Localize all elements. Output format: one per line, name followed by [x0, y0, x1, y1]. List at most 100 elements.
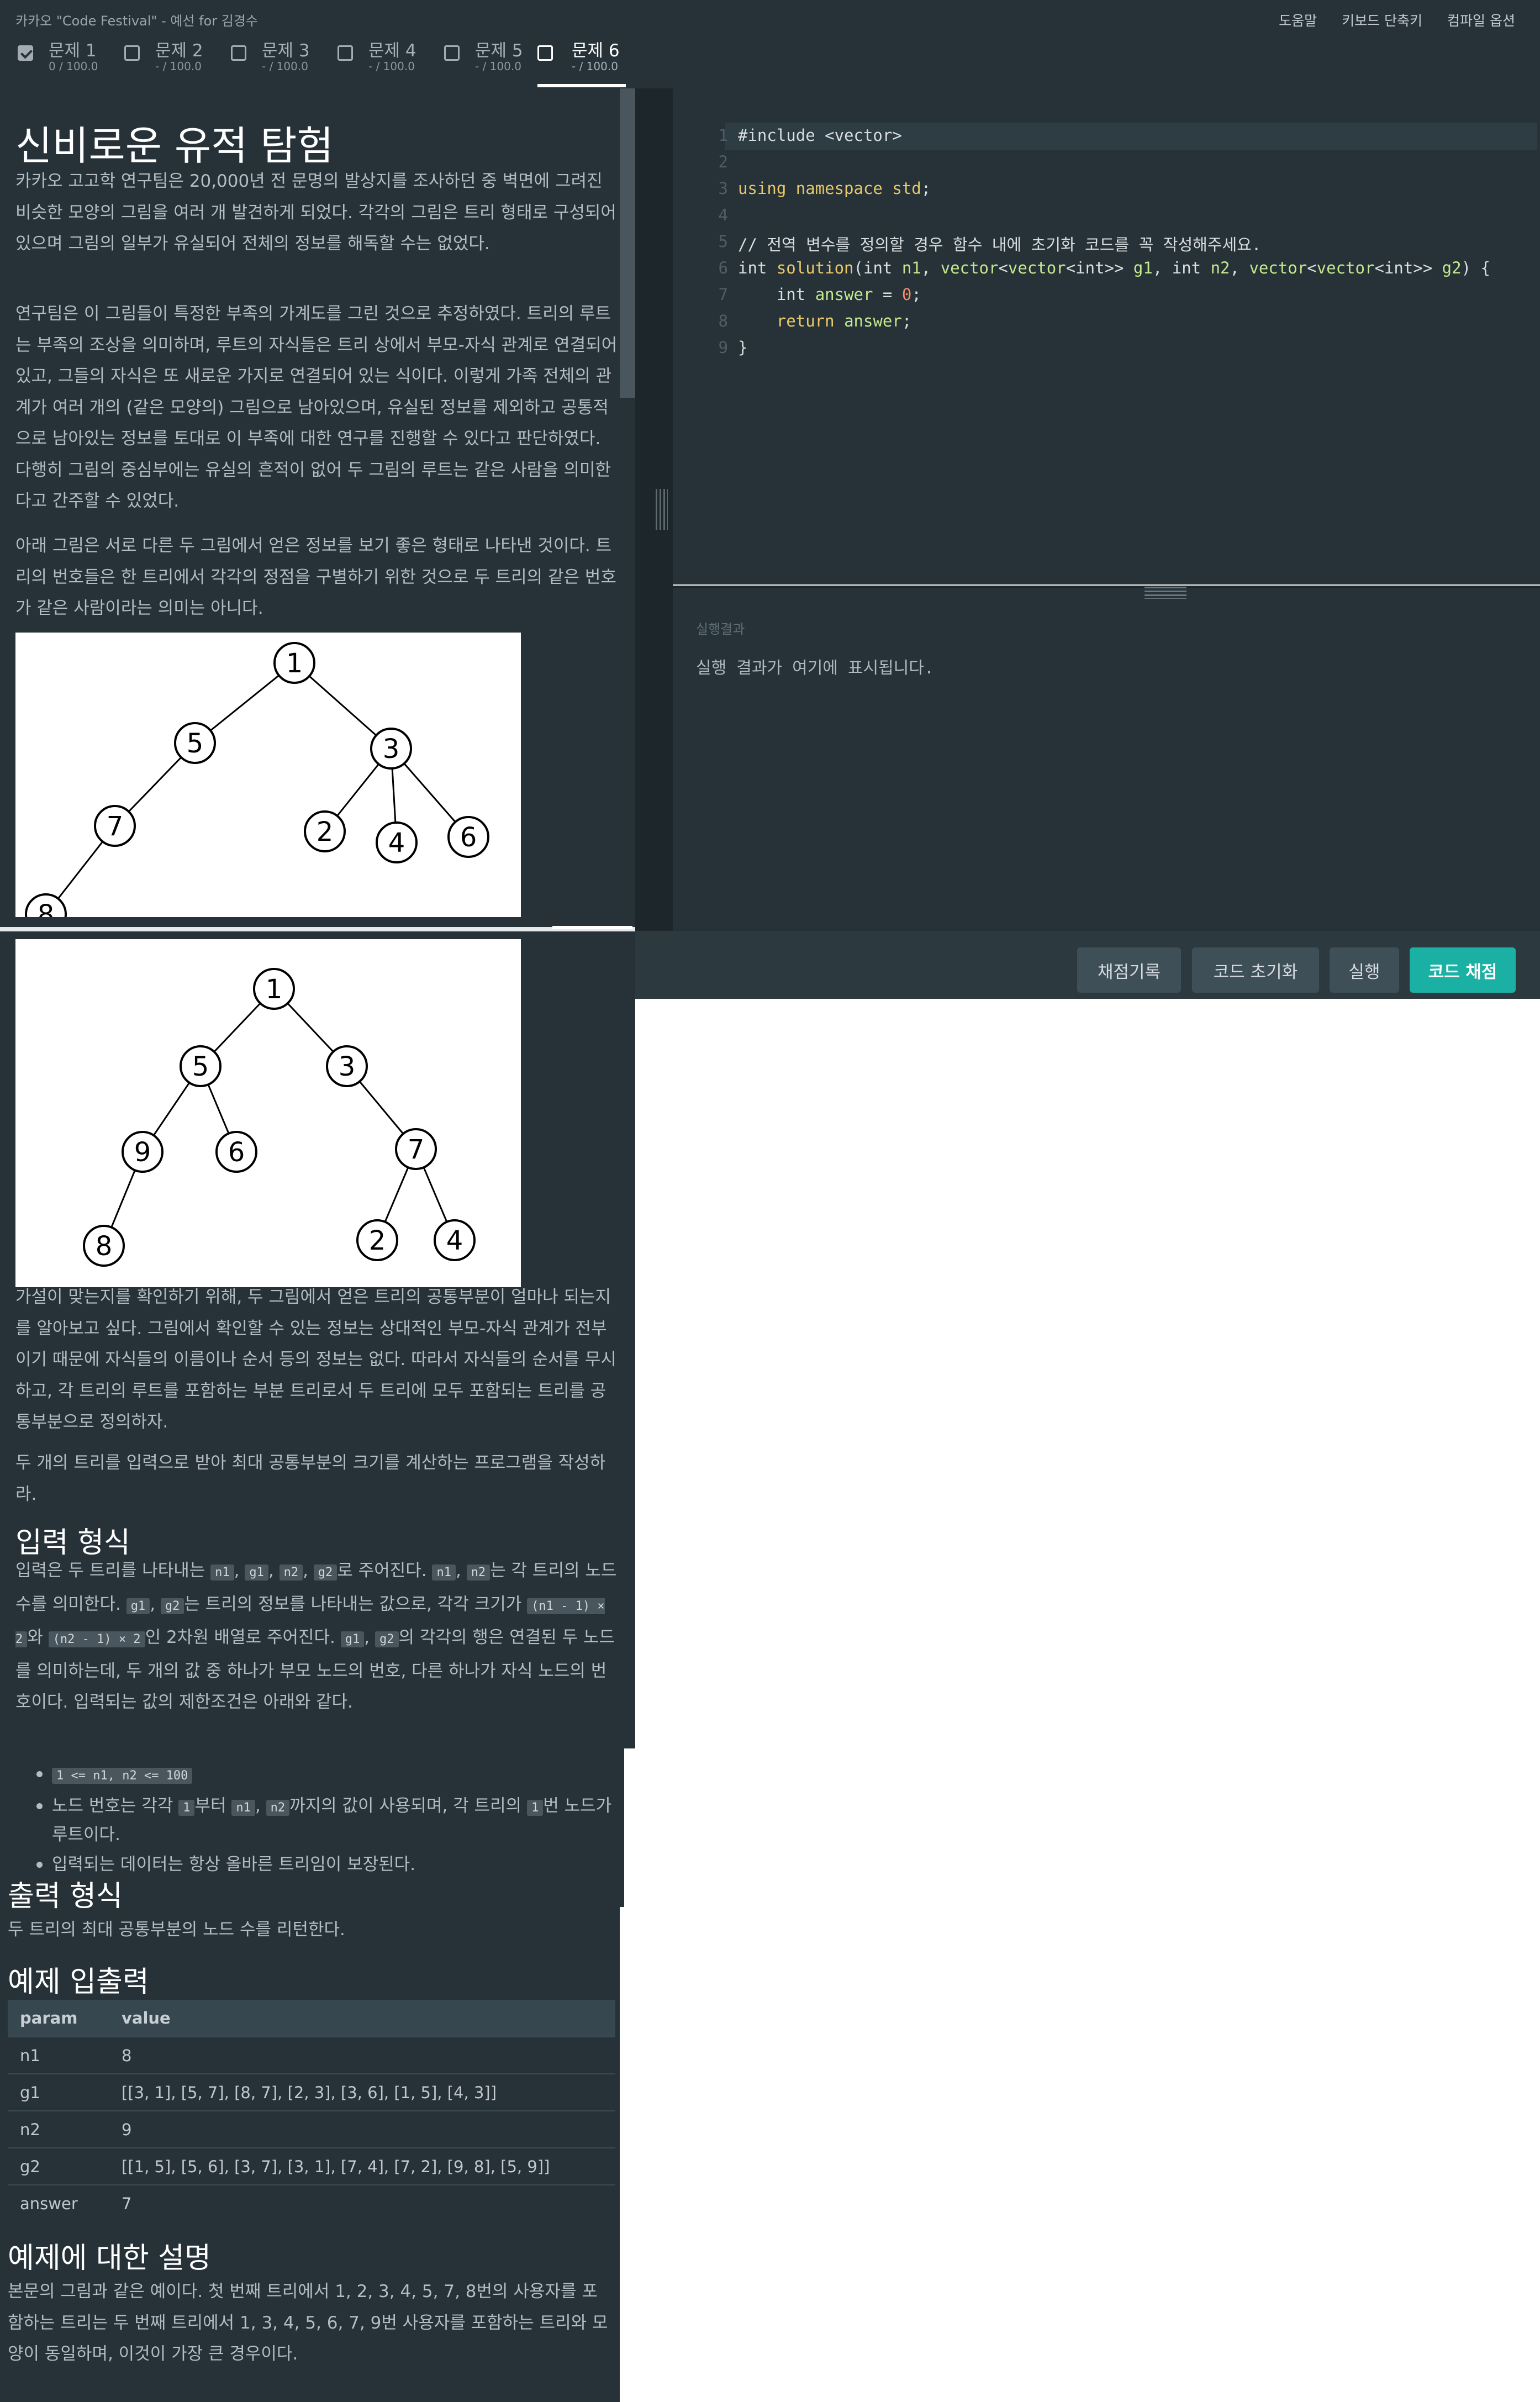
- list-item: 노드 번호는 각각 1 부터 n1, n2 까지의 값이 사용되며, 각 트리의 1…: [17, 1793, 624, 1848]
- param-cell: answer: [8, 2184, 109, 2221]
- code-editor[interactable]: 1 #include <vector> 2 3 using namespace …: [673, 88, 1540, 584]
- tree-node-label: 6: [460, 822, 477, 853]
- tree-node-label: 5: [192, 1051, 209, 1082]
- column-header: value: [109, 2000, 615, 2037]
- paragraph: 카카오 고고학 연구팀은 20,000년 전 문명의 발상지를 조사하던 중 벽…: [15, 171, 616, 254]
- explanation-heading: 예제에 대한 설명: [8, 2242, 211, 2275]
- tree-diagram-1: 1 5 3 7 2 4 6 8: [15, 633, 521, 917]
- value-cell: 8: [109, 2036, 615, 2074]
- table-row: g2 [[1, 5], [5, 6], [3, 7], [3, 1], [7, …: [8, 2147, 615, 2185]
- explanation-text: 본문의 그림과 같은 예이다. 첫 번째 트리에서 1, 2, 3, 4, 5,…: [8, 2282, 608, 2364]
- tab-label: 문제 4: [368, 41, 416, 61]
- code-line: 3 using namespace std;: [718, 179, 931, 198]
- code-line: 1 #include <vector>: [718, 126, 902, 145]
- param-cell: g2: [8, 2147, 109, 2185]
- tree-node-label: 3: [339, 1051, 356, 1082]
- app-title: 카카오 "Code Festival" - 예선 for 김경수: [15, 13, 259, 29]
- tab-label: 문제 1: [49, 41, 97, 61]
- tree-node-label: 2: [317, 817, 334, 847]
- list-item: 1 <= n1, n2 <= 100: [17, 1761, 624, 1789]
- tree-node-label: 7: [107, 811, 124, 842]
- constraints-list: 1 <= n1, n2 <= 100 노드 번호는 각각 1 부터 n1, n2 까…: [17, 1748, 624, 1881]
- code-line: 4: [718, 206, 728, 224]
- input-format-heading: 입력 형식: [15, 1526, 130, 1560]
- run-button[interactable]: 실행: [1330, 947, 1399, 993]
- tab-label: 문제 5: [475, 41, 523, 61]
- code-line: 6 int solution(int n1, vector<vector<int…: [718, 259, 1490, 277]
- checkbox-icon: [337, 45, 353, 61]
- value-cell: [[3, 1], [5, 7], [8, 7], [2, 3], [3, 6],…: [109, 2073, 615, 2111]
- tree-node-label: 9: [134, 1137, 151, 1168]
- blank-area: [635, 999, 1540, 2402]
- tab-problem-2[interactable]: 문제 2 - / 100.0: [107, 34, 213, 87]
- tree-diagram-2: 1 5 3 9 6 7 8 2 4: [15, 939, 521, 1287]
- top-links: 도움말 키보드 단축키 컴파일 옵션: [1279, 10, 1540, 30]
- submit-code-button[interactable]: 코드 채점: [1410, 947, 1516, 993]
- tree-node-label: 1: [286, 648, 303, 679]
- code-line: 8 return answer;: [718, 312, 912, 330]
- help-link[interactable]: 도움말: [1279, 10, 1317, 30]
- resize-handle-icon[interactable]: [1145, 587, 1186, 599]
- tree-node-label: 4: [446, 1225, 463, 1256]
- checkbox-checked-icon: [18, 45, 33, 61]
- tab-problem-6[interactable]: 문제 6 - / 100.0: [537, 34, 626, 87]
- action-bar: 채점기록 코드 초기화 실행 코드 채점: [635, 931, 1540, 999]
- paragraph: 연구팀은 이 그림들이 특정한 부족의 가계도를 그린 것으로 추정하였다. 트…: [15, 304, 618, 511]
- examples-heading: 예제 입출력: [8, 1966, 149, 1999]
- tab-problem-5[interactable]: 문제 5 - / 100.0: [426, 34, 533, 87]
- code-line: 9 }: [718, 338, 748, 357]
- tab-score: - / 100.0: [475, 60, 521, 73]
- divider: [552, 926, 632, 929]
- paragraph: 가설이 맞는지를 확인하기 위해, 두 그림에서 얻은 트리의 공통부분이 얼마…: [15, 1287, 616, 1432]
- tab-problem-1[interactable]: 문제 1 0 / 100.0: [0, 34, 107, 87]
- table-row: answer 7: [8, 2184, 615, 2221]
- tab-score: 0 / 100.0: [49, 60, 98, 73]
- problem-tabs: 문제 1 0 / 100.0 문제 2 - / 100.0 문제 3 - / 1…: [0, 34, 626, 88]
- table-row: n1 8: [8, 2036, 615, 2074]
- resize-handle-icon[interactable]: [656, 489, 668, 530]
- tree-node-label: 4: [388, 828, 405, 858]
- tree-node-label: 6: [228, 1137, 245, 1168]
- tree-node-label: 3: [383, 734, 400, 765]
- tab-label: 문제 2: [155, 41, 203, 61]
- checkbox-icon: [231, 45, 246, 61]
- table-row: g1 [[3, 1], [5, 7], [8, 7], [2, 3], [3, …: [8, 2073, 615, 2111]
- tab-problem-3[interactable]: 문제 3 - / 100.0: [213, 34, 320, 87]
- tree-node-label: 1: [266, 974, 283, 1005]
- blank-area: [620, 1907, 635, 2402]
- tab-label: 문제 3: [262, 41, 310, 61]
- tree-node-label: 8: [96, 1231, 113, 1262]
- problem-description-lower: 1 <= n1, n2 <= 100 노드 번호는 각각 1 부터 n1, n2 까…: [0, 1748, 620, 2402]
- compile-options-link[interactable]: 컴파일 옵션: [1447, 10, 1515, 30]
- scrollbar[interactable]: [620, 88, 635, 398]
- value-cell: 7: [109, 2184, 615, 2221]
- param-cell: n1: [8, 2036, 109, 2074]
- param-cell: n2: [8, 2110, 109, 2148]
- reset-code-button[interactable]: 코드 초기화: [1192, 947, 1319, 993]
- table-row: n2 9: [8, 2110, 615, 2148]
- tab-score: - / 100.0: [572, 60, 618, 73]
- problem-title: 신비로운 유적 탐험: [15, 123, 334, 169]
- paragraph: 두 개의 트리를 입력으로 받아 최대 공통부분의 크기를 계산하는 프로그램을…: [15, 1453, 606, 1504]
- divider: [0, 927, 635, 931]
- examples-table: param value n1 8 g1 [[3, 1], [5, 7], [8,…: [8, 2000, 615, 2221]
- param-cell: g1: [8, 2073, 109, 2111]
- shortcuts-link[interactable]: 키보드 단축키: [1342, 10, 1422, 30]
- output-text: 실행 결과가 여기에 표시됩니다.: [696, 659, 935, 678]
- output-format-text: 두 트리의 최대 공통부분의 노드 수를 리턴한다.: [8, 1920, 345, 1940]
- paragraph: 아래 그림은 서로 다른 두 그림에서 얻은 정보를 보기 좋은 형태로 나타낸…: [15, 536, 616, 618]
- tab-score: - / 100.0: [368, 60, 415, 73]
- tab-score: - / 100.0: [262, 60, 308, 73]
- grading-history-button[interactable]: 채점기록: [1077, 947, 1181, 993]
- input-format-text: 입력은 두 트리를 나타내는 n1, g1, n2, g2 로 주어진다. n1,…: [15, 1561, 617, 1712]
- tree-node-label: 2: [369, 1225, 386, 1256]
- code-line: 7 int answer = 0;: [718, 285, 921, 304]
- output-format-heading: 출력 형식: [8, 1880, 123, 1913]
- tree-node-label: 7: [408, 1134, 425, 1165]
- code-line: 2: [718, 152, 728, 171]
- tab-label: 문제 6: [572, 41, 620, 61]
- tab-problem-4[interactable]: 문제 4 - / 100.0: [320, 34, 426, 87]
- checkbox-icon: [444, 45, 460, 61]
- value-cell: [[1, 5], [5, 6], [3, 7], [3, 1], [7, 4],…: [109, 2147, 615, 2185]
- table-header-row: param value: [8, 2000, 615, 2037]
